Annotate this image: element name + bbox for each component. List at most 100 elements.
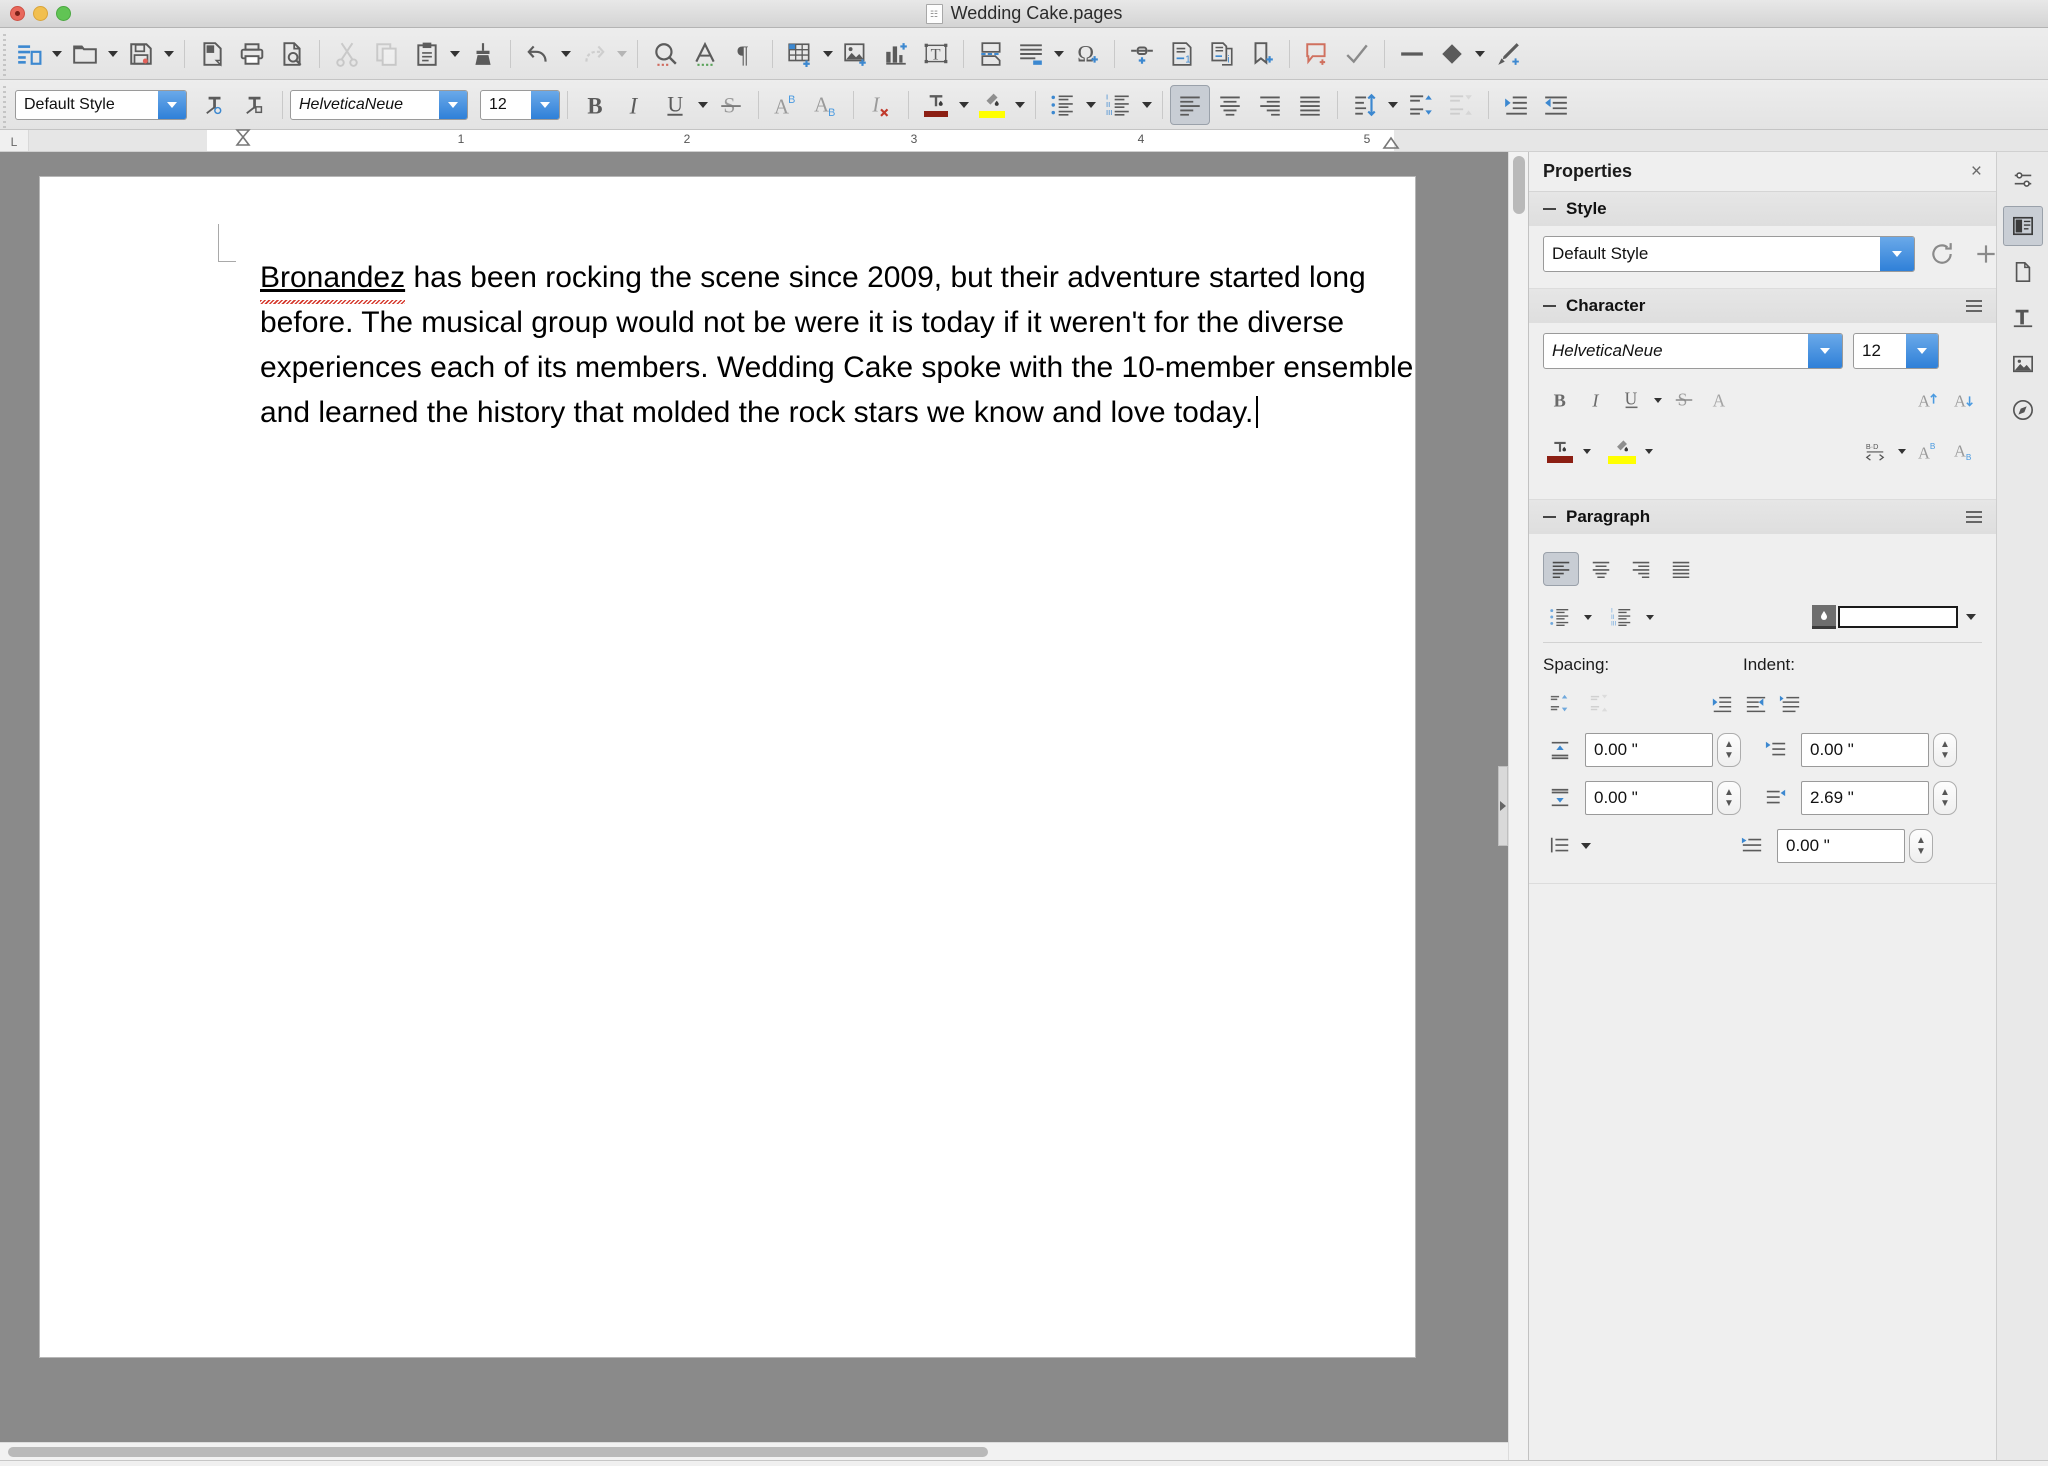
open-file-icon[interactable]	[65, 34, 105, 74]
character-spacing-icon[interactable]: B·D	[1858, 436, 1892, 466]
insert-page-break-icon[interactable]	[971, 34, 1011, 74]
document-canvas[interactable]: Bronandez has been rocking the scene sin…	[0, 152, 1528, 1460]
align-center-icon[interactable]	[1210, 85, 1250, 125]
decrease-spacing-icon[interactable]	[1583, 689, 1617, 719]
insert-field-icon[interactable]	[1011, 34, 1051, 74]
navigator-deck-icon[interactable]	[2003, 390, 2043, 430]
indent-before-text-stepper[interactable]: 0.00 " ▲▼	[1801, 733, 1957, 767]
underline-icon[interactable]: U	[655, 85, 695, 125]
indent-before-text-icon[interactable]	[1759, 735, 1793, 765]
spacing-above-icon[interactable]	[1543, 735, 1577, 765]
justified-icon[interactable]	[1290, 85, 1330, 125]
spacing-below-spin-buttons[interactable]: ▲▼	[1717, 781, 1741, 815]
paragraph-style-dropdown-button[interactable]	[158, 91, 186, 119]
insert-hyperlink-icon[interactable]	[1122, 34, 1162, 74]
increase-spacing-icon[interactable]	[1543, 689, 1577, 719]
ruler-corner-label[interactable]: L	[0, 130, 28, 151]
basic-shapes-icon[interactable]	[1432, 34, 1472, 74]
bold-icon[interactable]: B	[575, 85, 615, 125]
sidebar-toggle-icon[interactable]	[9, 34, 49, 74]
save-dropdown[interactable]	[161, 34, 177, 74]
font-size-dropdown-button[interactable]	[531, 91, 559, 119]
undo-icon[interactable]	[518, 34, 558, 74]
sidebar-underline-icon[interactable]: U	[1615, 385, 1649, 415]
sidebar-italic-icon[interactable]: I	[1579, 385, 1613, 415]
update-style-icon[interactable]	[1925, 239, 1959, 269]
document-page[interactable]: Bronandez has been rocking the scene sin…	[40, 177, 1415, 1357]
spacing-below-icon[interactable]	[1543, 783, 1577, 813]
sidebar-shadow-icon[interactable]: A	[1703, 385, 1737, 415]
decrease-indent-sidebar-icon[interactable]	[1739, 689, 1773, 719]
align-left-icon[interactable]	[1170, 85, 1210, 125]
increase-paragraph-spacing-icon[interactable]	[1401, 85, 1441, 125]
print-icon[interactable]	[232, 34, 272, 74]
horizontal-scrollbar[interactable]	[0, 1442, 1508, 1460]
font-name-dropdown-button[interactable]	[439, 91, 467, 119]
styles-deck-icon[interactable]	[2003, 298, 2043, 338]
spelling-icon[interactable]	[685, 34, 725, 74]
increase-font-size-icon[interactable]: A	[1912, 385, 1946, 415]
indent-before-text-field[interactable]: 0.00 "	[1801, 733, 1929, 767]
spacing-above-stepper[interactable]: 0.00 " ▲▼	[1585, 733, 1741, 767]
sidebar-highlight-color-icon[interactable]	[1605, 433, 1639, 469]
paragraph-background-icon[interactable]	[1812, 605, 1836, 629]
minimize-window-button[interactable]	[33, 6, 48, 21]
strikethrough-icon[interactable]: S	[711, 85, 751, 125]
insert-bookmark-icon[interactable]	[1242, 34, 1282, 74]
paste-icon[interactable]	[407, 34, 447, 74]
collapse-icon[interactable]	[1543, 516, 1556, 518]
indent-after-text-field[interactable]: 2.69 "	[1801, 781, 1929, 815]
increase-indent-icon[interactable]	[1496, 85, 1536, 125]
sidebar-align-center-icon[interactable]	[1583, 552, 1619, 586]
sidebar-toggle-dropdown[interactable]	[49, 34, 65, 74]
unordered-list-dropdown[interactable]	[1083, 85, 1099, 125]
status-selection-mode-icon[interactable]	[1214, 1461, 1268, 1466]
track-changes-icon[interactable]	[1337, 34, 1377, 74]
sidebar-font-size-combo[interactable]: 12	[1853, 333, 1939, 369]
sidebar-subscript-icon[interactable]: AB	[1948, 436, 1982, 466]
ordered-list-icon[interactable]: IIIIII	[1099, 85, 1139, 125]
line-spacing-sidebar-dropdown[interactable]	[1577, 843, 1595, 849]
print-preview-icon[interactable]	[272, 34, 312, 74]
properties-deck-icon[interactable]	[2003, 206, 2043, 246]
insert-footnote-icon[interactable]: 1	[1162, 34, 1202, 74]
first-line-indent-field[interactable]: 0.00 "	[1777, 829, 1905, 863]
character-panel-menu-icon[interactable]	[1966, 297, 1982, 315]
subscript-icon[interactable]: AB	[806, 85, 846, 125]
sidebar-align-right-icon[interactable]	[1623, 552, 1659, 586]
sidebar-bold-icon[interactable]: B	[1543, 385, 1577, 415]
paragraph-style-combo[interactable]: Default Style	[15, 90, 187, 120]
decrease-font-size-icon[interactable]: A	[1948, 385, 1982, 415]
sidebar-font-color-icon[interactable]	[1543, 433, 1577, 469]
line-spacing-icon[interactable]	[1345, 85, 1385, 125]
font-color-icon[interactable]	[916, 85, 956, 125]
sidebar-unordered-list-dropdown[interactable]	[1579, 615, 1597, 620]
window-controls[interactable]	[10, 6, 71, 21]
paragraph-panel-menu-icon[interactable]	[1966, 508, 1982, 526]
superscript-icon[interactable]: AB	[766, 85, 806, 125]
sidebar-unordered-list-icon[interactable]	[1543, 602, 1577, 632]
sidebar-style-combo[interactable]: Default Style	[1543, 236, 1915, 272]
paragraph-panel-header[interactable]: Paragraph	[1529, 500, 1996, 534]
sidebar-justified-icon[interactable]	[1663, 552, 1699, 586]
insert-chart-icon[interactable]	[876, 34, 916, 74]
increase-indent-sidebar-icon[interactable]	[1705, 689, 1739, 719]
export-pdf-icon[interactable]	[192, 34, 232, 74]
clone-formatting-icon[interactable]	[463, 34, 503, 74]
undo-dropdown[interactable]	[558, 34, 574, 74]
decrease-paragraph-spacing-icon[interactable]	[1441, 85, 1481, 125]
sidebar-show-hide-handle[interactable]	[1498, 766, 1508, 846]
horizontal-ruler[interactable]: 1 2 3 4 5	[28, 130, 2048, 151]
new-style-from-selection-icon[interactable]	[235, 85, 275, 125]
status-page-style[interactable]: PM2	[682, 1461, 882, 1466]
indent-after-text-stepper[interactable]: 2.69 " ▲▼	[1801, 781, 1957, 815]
first-line-indent-spin-buttons[interactable]: ▲▼	[1909, 829, 1933, 863]
first-line-indent-stepper[interactable]: 0.00 " ▲▼	[1777, 829, 1933, 863]
sidebar-underline-dropdown[interactable]	[1651, 398, 1665, 403]
insert-line-icon[interactable]	[1392, 34, 1432, 74]
horizontal-scroll-thumb[interactable]	[8, 1447, 988, 1457]
spacing-above-field[interactable]: 0.00 "	[1585, 733, 1713, 767]
indent-before-text-spin-buttons[interactable]: ▲▼	[1933, 733, 1957, 767]
character-spacing-dropdown[interactable]	[1894, 449, 1910, 454]
toolbar-grip[interactable]	[0, 80, 9, 129]
